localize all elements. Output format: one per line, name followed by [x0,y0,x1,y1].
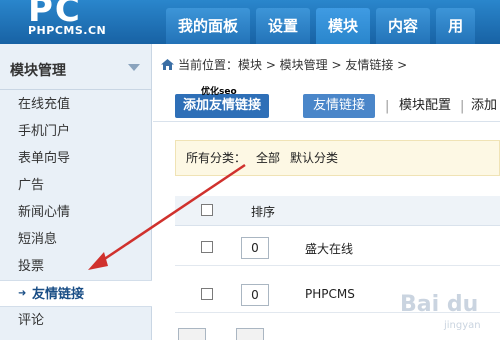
breadcrumb-text: 当前位置：模块 > 模块管理 > 友情链接 > [178,58,408,72]
sidebar-item-label: 友情链接 [32,287,85,302]
order-input[interactable]: 0 [241,284,269,306]
order-input[interactable]: 0 [241,237,269,259]
filter-label: 所有分类： [186,151,247,165]
sidebar-item-messages[interactable]: 短消息 [0,226,152,253]
collapse-arrow-icon[interactable] [128,64,140,71]
row-checkbox[interactable] [201,241,213,253]
select-all-checkbox[interactable] [201,204,213,216]
sidebar-item-comments[interactable]: 评论 [0,307,152,334]
top-header: PC PHPCMS.CN 我的面板 设置 模块 内容 用 [0,0,500,44]
bulk-action-button[interactable] [236,328,264,340]
link-name[interactable]: PHPCMS [305,287,355,301]
link-name[interactable]: 盛大在线 [305,240,353,257]
sidebar-item-recharge[interactable]: 在线充值 [0,91,152,118]
sidebar-menu: 在线充值 手机门户 表单向导 广告 新闻心情 短消息 投票 ➜ 友情链接 评论 [0,91,152,334]
toolbar: 添加友情链接 优化seo 友情链接 | 模块配置 | 添加 [153,87,500,122]
sidebar-item-form-wizard[interactable]: 表单向导 [0,145,152,172]
seo-tip: 优化seo [201,87,237,97]
baidu-watermark: Bai du jingyan [400,288,496,336]
divider: | [385,99,390,114]
nav-tab-panel[interactable]: 我的面板 [166,8,251,44]
arrow-bullet-icon: ➜ [18,288,27,299]
add-friend-link-button[interactable]: 添加友情链接 [175,94,270,118]
logo: PC PHPCMS.CN [0,0,150,44]
add-link[interactable]: 添加 [471,94,497,118]
logo-text: PHPCMS.CN [28,24,107,37]
sidebar-item-mobile-portal[interactable]: 手机门户 [0,118,152,145]
divider: | [460,99,465,114]
filter-default[interactable]: 默认分类 [290,151,338,165]
nav-tab-modules[interactable]: 模块 [316,8,371,44]
nav-tab-users[interactable]: 用 [436,8,476,44]
sidebar-item-ads[interactable]: 广告 [0,172,152,199]
sidebar-item-friend-links[interactable]: ➜ 友情链接 [0,280,152,307]
module-config-link[interactable]: 模块配置 [399,94,451,118]
breadcrumb: 当前位置：模块 > 模块管理 > 友情链接 > [161,56,407,73]
table-header: 排序 [175,196,500,226]
watermark-sub: jingyan [444,320,481,331]
category-filter: 所有分类： 全部 默认分类 [175,140,500,176]
sidebar-item-news-mood[interactable]: 新闻心情 [0,199,152,226]
sidebar-title: 模块管理 [10,63,66,79]
watermark-text: Bai du [400,292,479,317]
filter-all[interactable]: 全部 [256,151,280,165]
sidebar-header[interactable]: 模块管理 [0,44,151,90]
column-order: 排序 [251,205,276,219]
home-icon [161,59,174,70]
row-checkbox[interactable] [201,288,213,300]
nav-tab-settings[interactable]: 设置 [256,8,311,44]
sidebar-item-vote[interactable]: 投票 [0,253,152,280]
friend-links-tab[interactable]: 友情链接 [303,94,376,118]
bulk-action-button[interactable] [178,328,206,340]
table-row: 0 盛大在线 [175,230,500,266]
sidebar: 模块管理 在线充值 手机门户 表单向导 广告 新闻心情 短消息 投票 ➜ 友情链… [0,44,152,340]
nav-tab-content[interactable]: 内容 [376,8,431,44]
main-nav: 我的面板 设置 模块 内容 用 [166,8,476,44]
